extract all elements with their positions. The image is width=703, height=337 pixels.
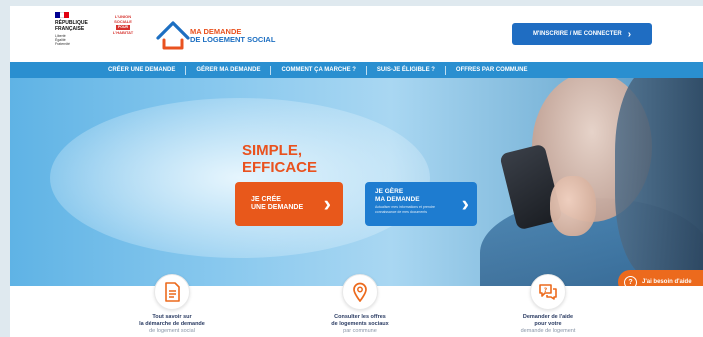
feature-offers-line-2: de logements sociaux <box>331 321 389 327</box>
feature-help-line-2: pour votre <box>534 321 562 327</box>
hero-photo-person-hair <box>615 78 703 278</box>
hero-title: SIMPLE, EFFICACE <box>242 142 317 176</box>
create-label-2: UNE DEMANDE <box>251 204 304 211</box>
hero-banner: SIMPLE, EFFICACE JE CRÉE UNE DEMANDE › J… <box>10 78 703 286</box>
features-section: Tout savoir sur la démarche de demande d… <box>10 274 703 337</box>
feature-about-line-2: la démarche de demande <box>139 321 205 327</box>
feature-offers-line-1: Consulter les offres <box>334 314 386 320</box>
hero-glow <box>50 98 430 258</box>
manage-request-button[interactable]: JE GÈRE MA DEMANDE Actualiser mes inform… <box>365 182 477 226</box>
feature-offers-line-3: par commune <box>343 328 377 334</box>
main-nav: CRÉER UNE DEMANDE GÉRER MA DEMANDE COMME… <box>10 62 703 78</box>
signup-login-button[interactable]: M'INSCRIRE / ME CONNECTER › <box>512 23 652 45</box>
hero-title-line-2: EFFICACE <box>242 159 317 176</box>
brand-line-2: DE LOGEMENT SOCIAL <box>190 35 276 44</box>
manage-subtext: Actualiser mes informations et prendre c… <box>375 205 435 214</box>
hero-photo-hand <box>550 176 596 236</box>
republique-francaise-logo[interactable]: RÉPUBLIQUE FRANÇAISE Liberté Égalité Fra… <box>55 12 95 52</box>
feature-about-line-3: de logement social <box>149 328 195 334</box>
document-icon <box>154 274 190 310</box>
nav-item-eligibility[interactable]: SUIS-JE ÉLIGIBLE ? <box>367 67 445 73</box>
feature-card-help[interactable]: ? Demander de l'aide pour votre demande … <box>478 274 618 335</box>
hero-title-line-1: SIMPLE, <box>242 142 303 159</box>
map-pin-icon <box>342 274 378 310</box>
feature-help-line-1: Demander de l'aide <box>522 314 574 320</box>
union-sociale-habitat-logo[interactable]: L'UNION SOCIALE POUR L'HABITAT <box>106 14 140 50</box>
create-request-button[interactable]: JE CRÉE UNE DEMANDE › <box>235 182 343 226</box>
feature-about-line-1: Tout savoir sur <box>152 314 192 320</box>
brand-logo[interactable]: MA DEMANDE DE LOGEMENT SOCIAL <box>155 16 295 52</box>
chevron-right-icon: › <box>323 191 331 216</box>
rf-line-2: FRANÇAISE <box>55 26 85 32</box>
create-label-1: JE CRÉE <box>251 196 281 203</box>
house-roof-icon <box>156 21 190 50</box>
chevron-right-icon: › <box>461 191 469 216</box>
french-flag-icon <box>55 12 70 18</box>
help-chat-icon: ? <box>624 275 637 286</box>
nav-item-manage[interactable]: GÉRER MA DEMANDE <box>186 67 270 73</box>
motto-3: Fraternité <box>55 42 70 46</box>
nav-item-offers[interactable]: OFFRES PAR COMMUNE <box>446 67 538 73</box>
site-header: RÉPUBLIQUE FRANÇAISE Liberté Égalité Fra… <box>10 6 703 62</box>
help-button[interactable]: ? J'ai besoin d'aide <box>618 270 703 286</box>
nav-item-create[interactable]: CRÉER UNE DEMANDE <box>98 67 185 73</box>
feature-help-line-3: demande de logement <box>520 328 576 334</box>
signup-login-label: M'INSCRIRE / ME CONNECTER <box>532 31 622 37</box>
feature-card-offers[interactable]: Consulter les offres de logements sociau… <box>290 274 430 335</box>
chat-help-icon: ? <box>530 274 566 310</box>
feature-card-about[interactable]: Tout savoir sur la démarche de demande d… <box>102 274 242 335</box>
chevron-right-icon: › <box>627 28 632 40</box>
nav-item-how-it-works[interactable]: COMMENT ÇA MARCHE ? <box>271 67 365 73</box>
svg-text:?: ? <box>544 287 548 294</box>
page: RÉPUBLIQUE FRANÇAISE Liberté Égalité Fra… <box>10 6 703 337</box>
help-label: J'ai besoin d'aide <box>642 279 692 285</box>
ul-line-last: L'HABITAT <box>112 30 134 35</box>
